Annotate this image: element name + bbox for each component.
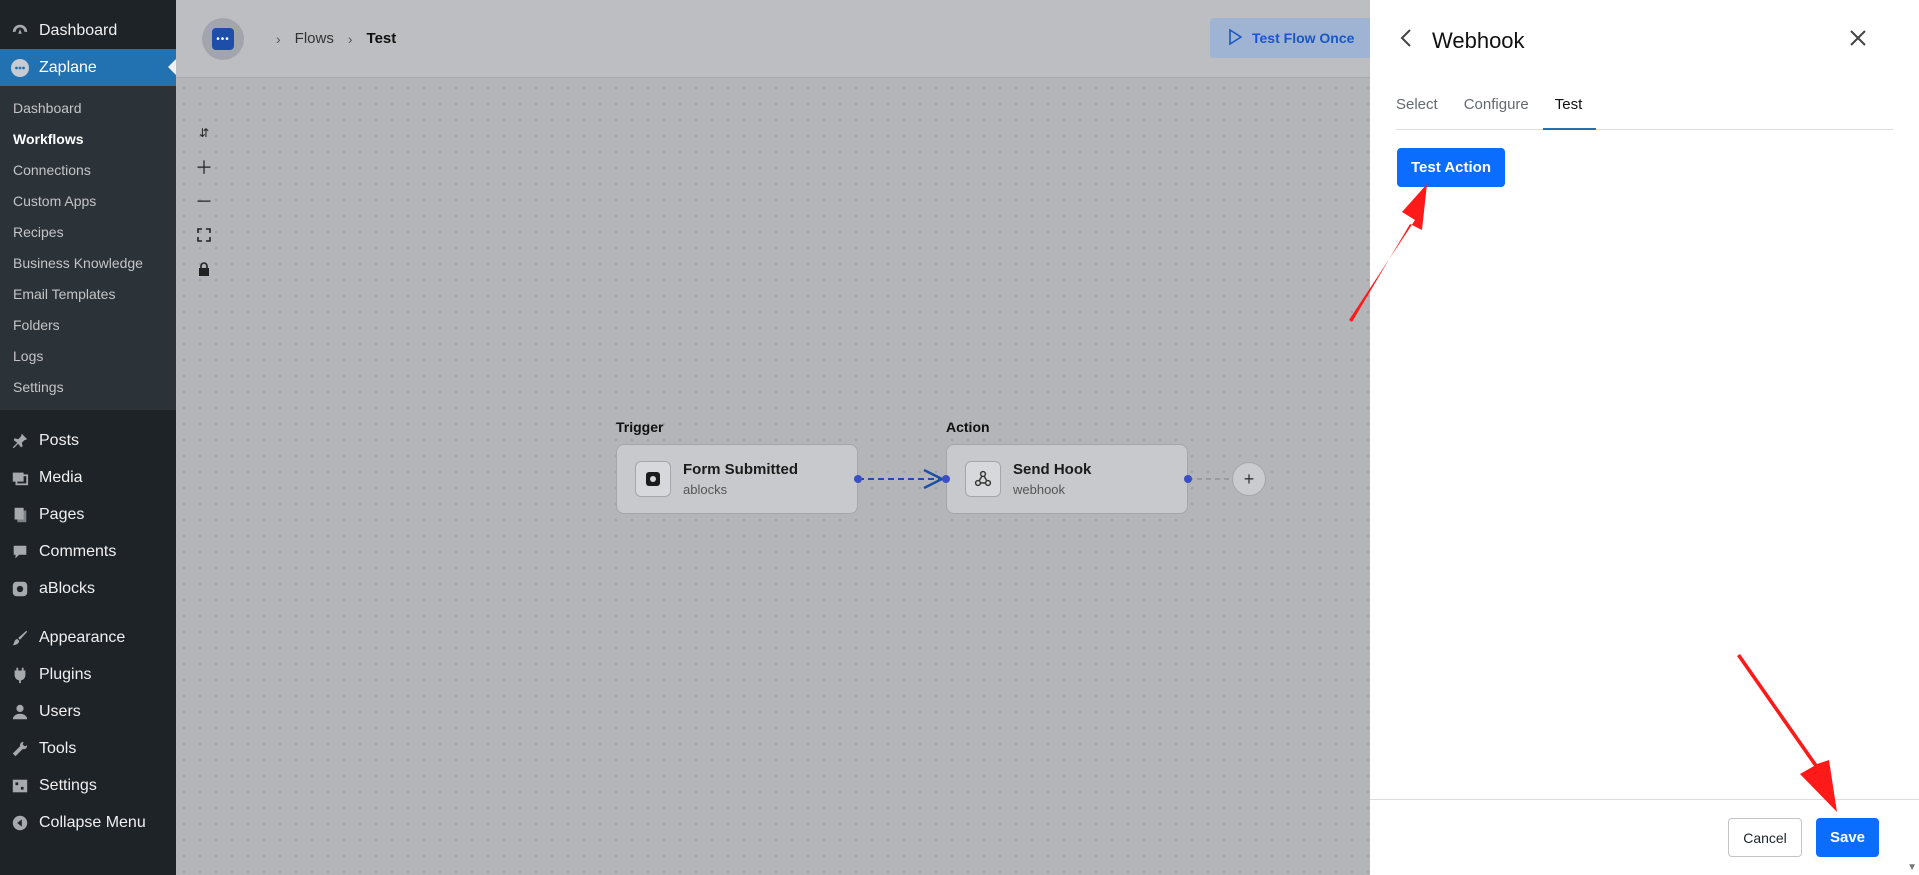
pages-icon	[10, 505, 30, 525]
flow-canvas: ••• › Flows › Test Test Flow Once ⇵ ＋ － …	[176, 0, 1370, 875]
sidebar-item-zaplane[interactable]: Zaplane	[0, 49, 176, 86]
submenu-dashboard[interactable]: Dashboard	[0, 92, 176, 123]
sidebar-item-label: Zaplane	[39, 58, 97, 76]
submenu-business-knowledge[interactable]: Business Knowledge	[0, 247, 176, 278]
node-edges	[854, 468, 1232, 490]
sidebar-item-label: Media	[39, 468, 83, 486]
panel-footer-divider	[1370, 799, 1919, 800]
wrench-icon	[10, 739, 30, 759]
sidebar-item-settings[interactable]: Settings	[0, 767, 176, 804]
zaplane-submenu: Dashboard Workflows Connections Custom A…	[0, 86, 176, 410]
save-button[interactable]: Save	[1816, 818, 1879, 857]
sidebar-item-tools[interactable]: Tools	[0, 730, 176, 767]
submenu-recipes[interactable]: Recipes	[0, 216, 176, 247]
collapse-menu-button[interactable]: Collapse Menu	[0, 804, 176, 841]
sidebar-item-media[interactable]: Media	[0, 459, 176, 496]
tab-configure[interactable]: Configure	[1464, 90, 1529, 129]
sidebar-item-label: Comments	[39, 542, 117, 560]
brush-icon	[10, 628, 30, 648]
sidebar-item-label: Appearance	[39, 628, 126, 646]
sidebar-item-users[interactable]: Users	[0, 693, 176, 730]
media-icon	[10, 468, 30, 488]
panel-header: Webhook	[1400, 26, 1889, 56]
sidebar-item-appearance[interactable]: Appearance	[0, 619, 176, 656]
webhook-panel: Webhook Select Configure Test Test Actio…	[1370, 0, 1919, 875]
settings-icon	[10, 776, 30, 796]
tab-select[interactable]: Select	[1396, 90, 1438, 129]
sidebar-item-label: Users	[39, 702, 81, 720]
panel-tabs: Select Configure Test	[1396, 90, 1893, 130]
sidebar-item-label: Plugins	[39, 665, 92, 683]
submenu-workflows[interactable]: Workflows	[0, 123, 176, 154]
collapse-icon	[10, 813, 30, 833]
add-step-button[interactable]: +	[1232, 462, 1266, 496]
submenu-logs[interactable]: Logs	[0, 340, 176, 371]
wp-admin-sidebar: Dashboard Zaplane Dashboard Workflows Co…	[0, 0, 176, 875]
sidebar-item-label: Collapse Menu	[39, 813, 146, 831]
ablocks-icon	[10, 579, 30, 599]
sidebar-item-label: Pages	[39, 505, 85, 523]
sidebar-item-comments[interactable]: Comments	[0, 533, 176, 570]
comment-icon	[10, 542, 30, 562]
sidebar-item-dashboard[interactable]: Dashboard	[0, 12, 176, 49]
sidebar-item-plugins[interactable]: Plugins	[0, 656, 176, 693]
sidebar-item-label: Tools	[39, 739, 77, 757]
test-action-button[interactable]: Test Action	[1397, 148, 1505, 187]
cancel-button[interactable]: Cancel	[1728, 818, 1802, 857]
sidebar-item-label: aBlocks	[39, 579, 96, 597]
back-icon[interactable]	[1400, 28, 1412, 54]
sidebar-item-ablocks[interactable]: aBlocks	[0, 570, 176, 607]
user-icon	[10, 702, 30, 722]
panel-title: Webhook	[1432, 28, 1525, 53]
sidebar-item-pages[interactable]: Pages	[0, 496, 176, 533]
sidebar-item-posts[interactable]: Posts	[0, 422, 176, 459]
submenu-connections[interactable]: Connections	[0, 154, 176, 185]
pin-icon	[10, 431, 30, 451]
submenu-folders[interactable]: Folders	[0, 309, 176, 340]
dashboard-icon	[10, 21, 30, 41]
sidebar-item-label: Posts	[39, 431, 80, 449]
sidebar-item-label: Settings	[39, 776, 97, 794]
submenu-settings[interactable]: Settings	[0, 371, 176, 402]
submenu-custom-apps[interactable]: Custom Apps	[0, 185, 176, 216]
plug-icon	[10, 665, 30, 685]
submenu-email-templates[interactable]: Email Templates	[0, 278, 176, 309]
sidebar-item-label: Dashboard	[39, 21, 118, 39]
tab-test[interactable]: Test	[1542, 90, 1596, 130]
scroll-down-icon[interactable]: ▼	[1907, 862, 1917, 873]
close-icon[interactable]	[1849, 26, 1867, 54]
zaplane-icon	[10, 58, 30, 78]
